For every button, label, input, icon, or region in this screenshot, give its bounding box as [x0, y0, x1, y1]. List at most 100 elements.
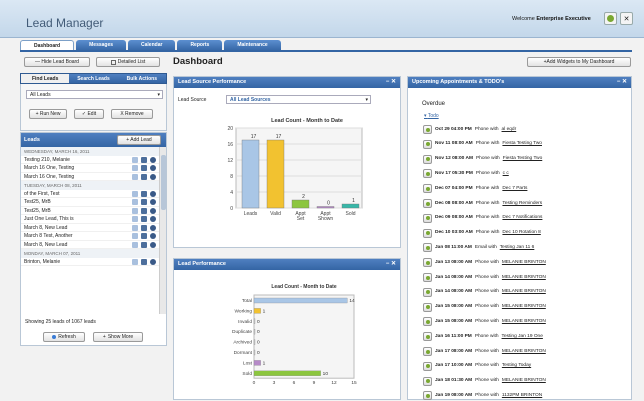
scrollbar-thumb[interactable]	[161, 155, 166, 210]
hide-lead-board-button[interactable]: — Hide Lead Board	[24, 57, 90, 67]
appointment-row[interactable]: Jan 08 11:00 AM Email with Testing Jan 11 …	[423, 242, 623, 253]
appointment-contact-link[interactable]: c c	[503, 169, 509, 179]
todo-toggle[interactable]: ▾ Todo	[424, 113, 439, 119]
phone-icon[interactable]	[423, 184, 432, 194]
phone-icon[interactable]	[423, 302, 432, 312]
panel-controls-icon[interactable]: − ✕	[386, 259, 396, 270]
lead-row[interactable]: Just One Lead, This is	[21, 215, 160, 224]
lead-row[interactable]: Brinton, Melanie	[21, 258, 160, 266]
appointment-contact-link[interactable]: MELANIE BRINTON	[502, 376, 546, 386]
tab-find-leads[interactable]: Find Leads	[21, 74, 70, 83]
phone-icon[interactable]	[423, 332, 432, 342]
appointment-contact-link[interactable]: MELANIE BRINTON	[502, 302, 546, 312]
remove-button[interactable]: X Remove	[111, 109, 153, 119]
calendar-icon[interactable]	[141, 165, 147, 171]
phone-icon[interactable]	[423, 287, 432, 297]
info-icon[interactable]	[150, 207, 156, 214]
appointment-contact-link[interactable]: Fiesta Testing Two	[502, 139, 542, 149]
refresh-button[interactable]: Refresh	[43, 332, 85, 342]
calendar-icon[interactable]	[141, 216, 147, 222]
lead-row[interactable]: of the First, Test	[21, 190, 160, 198]
phone-icon[interactable]	[423, 376, 432, 386]
appointment-contact-link[interactable]: Testing Today	[502, 361, 531, 371]
phone-icon[interactable]	[423, 317, 432, 327]
lead-row[interactable]: March 16 One, Testing	[21, 164, 160, 173]
phone-icon[interactable]	[423, 347, 432, 356]
card-icon[interactable]	[132, 207, 138, 214]
lead-source-select[interactable]: All Lead Sources ▾	[226, 95, 371, 104]
calendar-icon[interactable]	[141, 258, 147, 265]
info-icon[interactable]	[150, 216, 156, 222]
appointment-row[interactable]: Dec 10 03:00 AM Phone with Dec 10 Rotation…	[423, 228, 623, 239]
appointment-row[interactable]: Oct 29 04:00 PM Phone with al eqdr	[423, 124, 623, 135]
appointment-row[interactable]: Jan 14 08:00 AM Phone with MELANIE BRINTON	[423, 287, 623, 298]
info-icon[interactable]	[150, 165, 156, 171]
info-icon[interactable]	[150, 173, 156, 180]
info-icon[interactable]	[150, 233, 156, 239]
lead-row[interactable]: March 16 One, Testing	[21, 173, 160, 181]
appointment-row[interactable]: Jan 18 01:30 AM Phone with MELANIE BRINTON	[423, 376, 623, 387]
appointment-row[interactable]: Dec 08 08:00 AM Phone with Testing Reminde…	[423, 198, 623, 209]
leads-scrollbar[interactable]	[159, 147, 166, 314]
appointment-row[interactable]: Jan 14 08:00 AM Phone with MELANIE BRINTON	[423, 272, 623, 283]
appointment-row[interactable]: Jan 17 10:00 AM Phone with Testing Today	[423, 361, 623, 372]
card-icon[interactable]	[132, 224, 138, 231]
phone-icon[interactable]	[423, 228, 432, 238]
appointment-contact-link[interactable]: Dec 7 Notifications	[502, 213, 542, 223]
calendar-icon[interactable]	[141, 224, 147, 231]
info-icon[interactable]	[150, 241, 156, 248]
phone-icon[interactable]	[423, 361, 432, 371]
appointment-row[interactable]: Jan 16 11:00 PM Phone with Testing Jan 19 …	[423, 331, 623, 342]
appointment-row[interactable]: Dec 07 04:00 PM Phone with Dec 7 Parts	[423, 183, 623, 194]
appointment-row[interactable]: Nov 11 08:00 AM Phone with Fiesta Testing …	[423, 139, 623, 150]
info-icon[interactable]	[150, 190, 156, 197]
info-icon[interactable]	[150, 156, 156, 163]
edit-button[interactable]: ✓ Edit	[74, 109, 104, 119]
appointment-contact-link[interactable]: MELANIE BRINTON	[502, 273, 546, 283]
tab-search-leads[interactable]: Search Leads	[69, 74, 117, 83]
card-icon[interactable]	[132, 190, 138, 197]
lead-row[interactable]: Test25, MrB	[21, 207, 160, 215]
info-icon[interactable]	[150, 258, 156, 265]
calendar-icon[interactable]	[141, 190, 147, 197]
phone-icon[interactable]	[423, 199, 432, 208]
appointment-contact-link[interactable]: Testing Jan 19 One	[502, 332, 543, 342]
card-icon[interactable]	[132, 165, 138, 171]
card-icon[interactable]	[132, 258, 138, 265]
tab-bulk-actions[interactable]: Bulk Actions	[118, 74, 166, 83]
appointment-row[interactable]: Nov 12 08:00 AM Phone with Fiesta Testing …	[423, 154, 623, 165]
phone-icon[interactable]	[423, 154, 432, 164]
phone-icon[interactable]	[423, 139, 432, 149]
detailed-list-button[interactable]: Detailed List	[96, 57, 160, 67]
phone-icon[interactable]	[423, 125, 432, 134]
lead-row[interactable]: March 8, New Lead	[21, 241, 160, 249]
phone-icon[interactable]	[423, 243, 432, 253]
appointment-contact-link[interactable]: MELANIE BRINTON	[502, 287, 546, 297]
info-icon[interactable]	[150, 199, 156, 205]
card-icon[interactable]	[132, 199, 138, 205]
appointment-row[interactable]: Dec 09 08:00 AM Phone with Dec 7 Notificat…	[423, 213, 623, 224]
appointment-contact-link[interactable]: Dec 10 Rotation 8	[502, 228, 540, 238]
appointment-row[interactable]: Jan 19 08:00 AM Phone with 1132PM BRINTON	[423, 390, 623, 401]
lead-filter-select[interactable]: All Leads ▾	[26, 90, 163, 99]
appointment-row[interactable]: Nov 17 05:30 PM Phone with c c	[423, 168, 623, 179]
calendar-icon[interactable]	[141, 233, 147, 239]
card-icon[interactable]	[132, 241, 138, 248]
info-icon[interactable]	[150, 224, 156, 231]
appointment-contact-link[interactable]: 1132PM BRINTON	[502, 391, 542, 401]
appointment-row[interactable]: Jan 13 08:00 AM Phone with MELANIE BRINTON	[423, 257, 623, 268]
phone-icon[interactable]	[423, 258, 432, 268]
appointment-contact-link[interactable]: Dec 7 Parts	[502, 184, 527, 194]
calendar-icon[interactable]	[141, 173, 147, 180]
help-button[interactable]	[604, 12, 617, 25]
phone-icon[interactable]	[423, 213, 432, 223]
calendar-icon[interactable]	[141, 199, 147, 205]
panel-controls-icon[interactable]: − ✕	[617, 77, 627, 88]
card-icon[interactable]	[132, 156, 138, 163]
card-icon[interactable]	[132, 233, 138, 239]
appointment-contact-link[interactable]: MELANIE BRINTON	[502, 347, 546, 357]
lead-row[interactable]: Test25, MrB	[21, 198, 160, 207]
show-more-button[interactable]: + Show More	[93, 332, 143, 342]
panel-controls-icon[interactable]: − ✕	[386, 77, 396, 88]
lead-row[interactable]: March 8, New Lead	[21, 224, 160, 232]
